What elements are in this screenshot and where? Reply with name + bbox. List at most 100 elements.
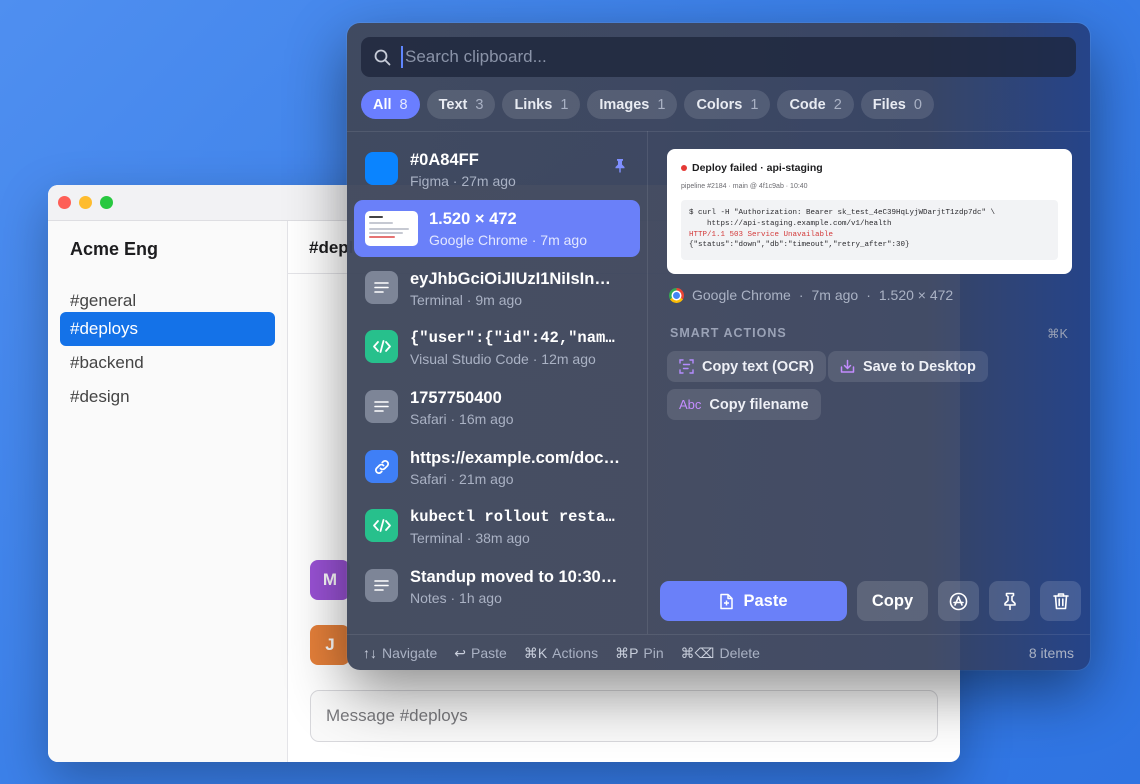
items-count: 8 items bbox=[1028, 645, 1074, 661]
chat-sidebar: Acme Eng #general #deploys #backend #des… bbox=[48, 221, 288, 762]
pin-icon[interactable] bbox=[614, 158, 626, 173]
divider bbox=[347, 634, 1090, 635]
close-window-button[interactable] bbox=[58, 196, 71, 209]
action-label: Save to Desktop bbox=[863, 358, 976, 375]
avatar[interactable]: M bbox=[310, 560, 350, 600]
filter-code[interactable]: Code 2 bbox=[777, 90, 854, 119]
clipboard-panel: All 8 Text 3 Links 1 Images 1 Colors 1 C… bbox=[347, 23, 1090, 670]
filter-chips: All 8 Text 3 Links 1 Images 1 Colors 1 C… bbox=[361, 90, 934, 119]
filter-links[interactable]: Links 1 bbox=[502, 90, 581, 119]
item-time: 38m ago bbox=[475, 530, 530, 546]
item-meta: Google Chrome · 7m ago bbox=[429, 232, 587, 248]
list-item[interactable]: kubectl rollout restart deploy/api Termi… bbox=[354, 498, 640, 555]
filter-all[interactable]: All 8 bbox=[361, 90, 420, 119]
hint-pin: ⌘P Pin bbox=[615, 645, 664, 661]
filter-label: Links bbox=[514, 96, 553, 113]
smart-actions-shortcut: ⌘K bbox=[1047, 327, 1068, 341]
filter-files[interactable]: Files 0 bbox=[860, 90, 934, 119]
item-time: 7m ago bbox=[540, 232, 587, 248]
copy-filename-button[interactable]: Abc Copy filename bbox=[667, 389, 821, 420]
item-source: Notes bbox=[410, 590, 447, 606]
list-item[interactable]: 1757750400 Safari · 16m ago bbox=[354, 379, 640, 436]
item-meta: Safari · 21m ago bbox=[410, 471, 514, 487]
filter-colors[interactable]: Colors 1 bbox=[684, 90, 771, 119]
trash-icon bbox=[1052, 593, 1069, 610]
save-to-desktop-button[interactable]: Save to Desktop bbox=[828, 351, 988, 382]
item-source: Terminal bbox=[410, 292, 463, 308]
paste-label: Paste bbox=[743, 591, 788, 610]
preview-title-text: Deploy failed · api-staging bbox=[692, 162, 823, 174]
delete-button[interactable] bbox=[1040, 581, 1081, 621]
filter-count: 3 bbox=[475, 96, 484, 113]
search-input[interactable] bbox=[401, 46, 1041, 68]
item-source: Terminal bbox=[410, 530, 463, 546]
list-item[interactable]: https://example.com/docs/deploy Safari ·… bbox=[354, 439, 640, 496]
avatar[interactable]: J bbox=[310, 625, 350, 665]
pin-icon bbox=[1003, 592, 1016, 610]
hint-paste: ↩ Paste bbox=[454, 645, 507, 661]
action-label: Copy filename bbox=[709, 396, 809, 413]
app-store-icon bbox=[949, 592, 968, 610]
list-item[interactable]: eyJhbGciOiJIUzI1NiIsInR5cCI6IkpXVCJ9 Ter… bbox=[354, 260, 640, 317]
filter-text[interactable]: Text 3 bbox=[426, 90, 496, 119]
open-in-app-button[interactable] bbox=[938, 581, 979, 621]
item-title: 1757750400 bbox=[410, 389, 502, 407]
abc-icon: Abc bbox=[679, 397, 702, 412]
link-icon bbox=[365, 450, 398, 483]
preview-dimensions: 1.520 × 472 bbox=[878, 287, 954, 303]
item-time: 21m ago bbox=[459, 471, 514, 487]
item-time: 27m ago bbox=[461, 173, 516, 189]
list-item[interactable]: 1.520 × 472 Google Chrome · 7m ago bbox=[354, 200, 640, 257]
list-item[interactable]: Standup moved to 10:30 tomorrow Notes · … bbox=[354, 558, 640, 615]
item-time: 12m ago bbox=[541, 351, 596, 367]
item-title: 1.520 × 472 bbox=[429, 210, 517, 228]
filter-count: 0 bbox=[913, 96, 922, 113]
item-time: 1h ago bbox=[459, 590, 502, 606]
search-bar[interactable] bbox=[361, 37, 1076, 77]
item-title: {"user":{"id":42,"name":"dev"}} bbox=[410, 329, 620, 347]
channel-backend[interactable]: #backend bbox=[60, 346, 275, 380]
filter-label: Text bbox=[438, 96, 468, 113]
code-icon bbox=[365, 330, 398, 363]
list-item[interactable]: {"user":{"id":42,"name":"dev"}} Visual S… bbox=[354, 319, 640, 376]
divider bbox=[647, 131, 648, 634]
copy-label: Copy bbox=[871, 591, 914, 610]
preview-subtitle: pipeline #2184 · main @ 4f1c9ab · 10:40 bbox=[681, 183, 808, 190]
copy-text-ocr-button[interactable]: Copy text (OCR) bbox=[667, 351, 826, 382]
pin-button[interactable] bbox=[989, 581, 1030, 621]
message-input[interactable]: Message #deploys bbox=[310, 690, 938, 742]
code-line: https://api-staging.example.com/v1/healt… bbox=[689, 219, 892, 228]
code-icon bbox=[365, 509, 398, 542]
filter-label: Files bbox=[872, 96, 906, 113]
paste-button[interactable]: Paste bbox=[660, 581, 847, 621]
item-title: Standup moved to 10:30 tomorrow bbox=[410, 568, 620, 586]
minimize-window-button[interactable] bbox=[79, 196, 92, 209]
status-dot-icon bbox=[681, 165, 687, 171]
item-source: Visual Studio Code bbox=[410, 351, 529, 367]
copy-button[interactable]: Copy bbox=[857, 581, 928, 621]
text-icon bbox=[365, 271, 398, 304]
document-icon bbox=[720, 593, 734, 609]
preview-time: 7m ago bbox=[811, 287, 859, 303]
item-source: Safari bbox=[410, 471, 447, 487]
workspace-name[interactable]: Acme Eng bbox=[70, 239, 158, 260]
filter-count: 1 bbox=[750, 96, 759, 113]
keyboard-hints: ↑↓ Navigate ↩ Paste ⌘K Actions ⌘P Pin ⌘⌫ Dele… bbox=[363, 645, 760, 662]
channel-deploys[interactable]: #deploys bbox=[60, 312, 275, 346]
image-preview: Deploy failed · api-staging pipeline #21… bbox=[667, 149, 1072, 274]
item-title: https://example.com/docs/deploy bbox=[410, 449, 620, 467]
filter-count: 2 bbox=[833, 96, 842, 113]
text-icon bbox=[365, 569, 398, 602]
filter-images[interactable]: Images 1 bbox=[587, 90, 678, 119]
zoom-window-button[interactable] bbox=[100, 196, 113, 209]
list-item[interactable]: #0A84FF Figma · 27m ago bbox=[354, 141, 640, 198]
code-line: $ curl -H "Authorization: Bearer sk_test… bbox=[689, 209, 996, 217]
filter-label: Code bbox=[789, 96, 826, 113]
preview-meta: Google Chrome · 7m ago · 1.520 × 472 bbox=[669, 287, 953, 303]
item-meta: Terminal · 38m ago bbox=[410, 530, 530, 546]
ocr-scan-icon bbox=[679, 359, 694, 374]
text-icon bbox=[365, 390, 398, 423]
channel-design[interactable]: #design bbox=[60, 380, 275, 414]
item-title: #0A84FF bbox=[410, 151, 479, 169]
filter-count: 8 bbox=[399, 96, 408, 113]
